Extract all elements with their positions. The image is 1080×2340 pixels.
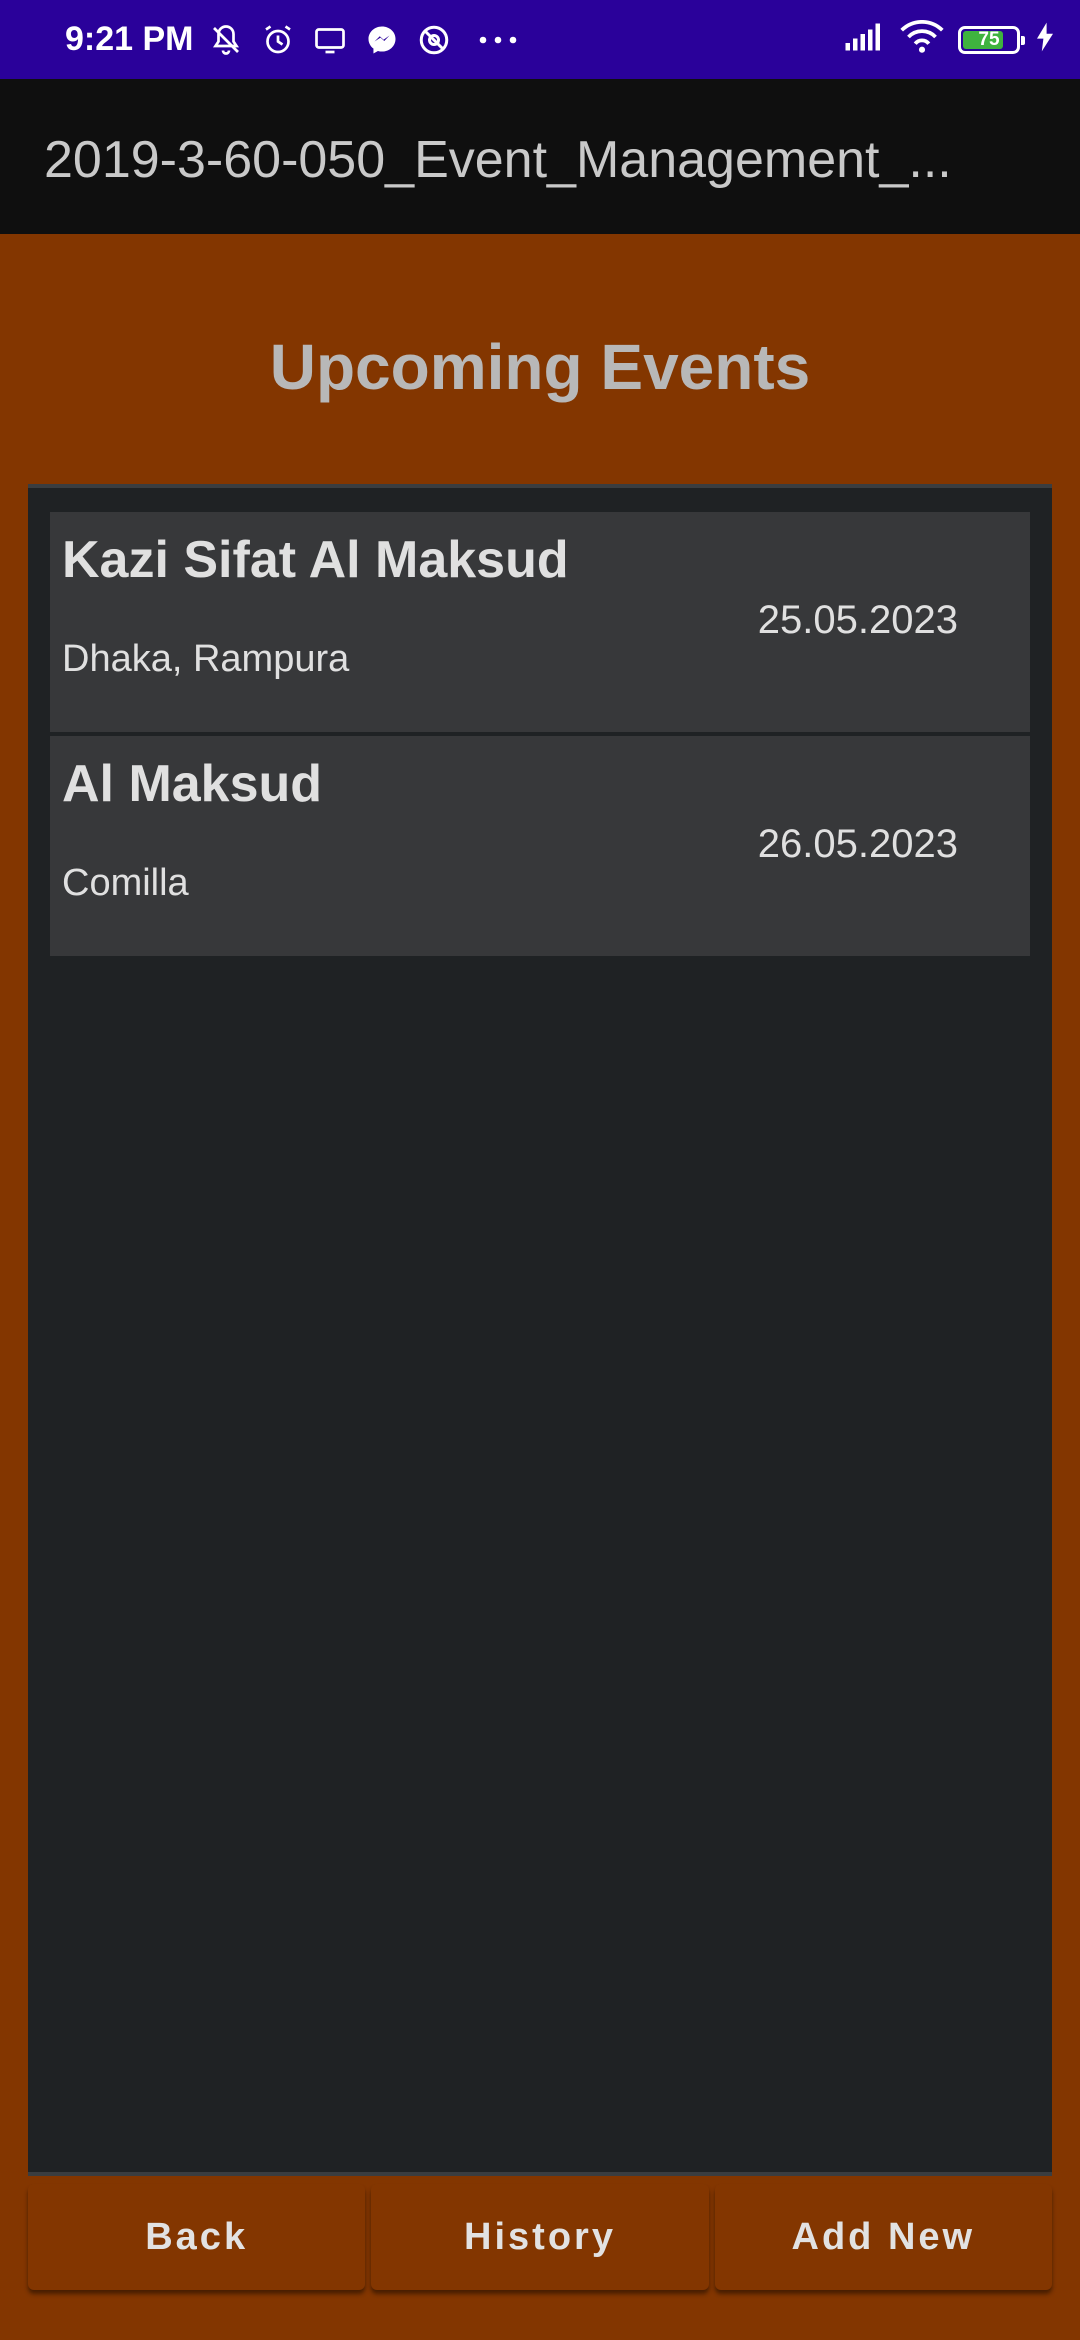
back-button[interactable]: Back <box>28 2184 366 2290</box>
bell-off-icon <box>208 22 244 58</box>
signal-icon <box>844 22 886 57</box>
battery-nub <box>1021 35 1025 45</box>
messenger-icon <box>364 22 400 58</box>
event-name: Al Maksud <box>62 755 323 813</box>
battery-level: 75 <box>978 28 1000 50</box>
at-icon <box>416 22 452 58</box>
more-dots-icon <box>468 22 528 58</box>
status-bar: 9:21 PM 75 <box>0 0 1080 79</box>
add-new-button[interactable]: Add New <box>714 2184 1052 2290</box>
bottom-button-bar: Back History Add New <box>28 2184 1052 2294</box>
app-bar: 2019-3-60-050_Event_Management_... <box>0 79 1080 234</box>
event-name: Kazi Sifat Al Maksud <box>62 531 569 589</box>
event-date: 25.05.2023 <box>757 598 958 642</box>
event-list[interactable]: Kazi Sifat Al Maksud Dhaka, Rampura 25.0… <box>28 484 1052 2176</box>
status-system-icons: 75 <box>844 0 1056 79</box>
event-location: Dhaka, Rampura <box>62 638 350 680</box>
history-button[interactable]: History <box>371 2184 709 2290</box>
list-item[interactable]: Kazi Sifat Al Maksud Dhaka, Rampura 25.0… <box>50 512 1030 732</box>
event-location: Comilla <box>62 862 189 904</box>
charging-icon <box>1034 21 1056 58</box>
app-title: 2019-3-60-050_Event_Management_... <box>44 131 952 189</box>
status-time: 9:21 PM <box>65 20 194 58</box>
event-date: 26.05.2023 <box>757 822 958 866</box>
list-item[interactable]: Al Maksud Comilla 26.05.2023 <box>50 736 1030 956</box>
battery-icon: 75 <box>958 25 1025 54</box>
status-notification-icons <box>208 0 528 79</box>
wifi-icon <box>900 20 944 59</box>
screen-icon <box>312 22 348 58</box>
alarm-icon <box>260 22 296 58</box>
page-title: Upcoming Events <box>269 331 811 403</box>
